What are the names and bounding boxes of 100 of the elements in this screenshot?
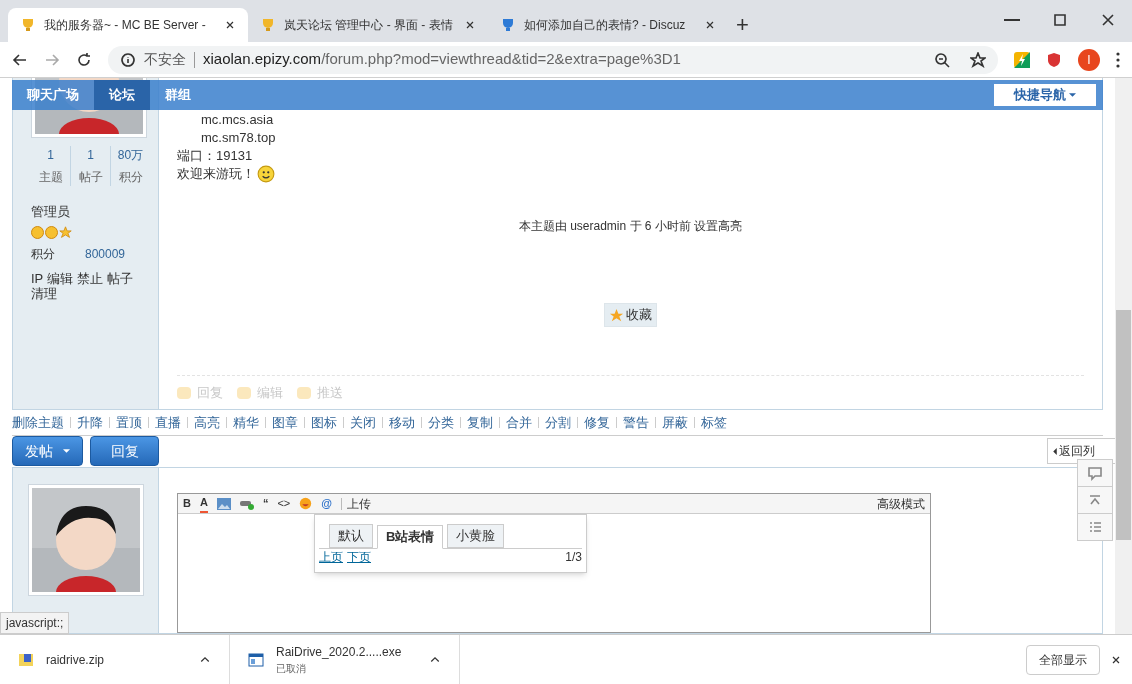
browser-tab[interactable]: 如何添加自己的表情? - Discuz — [488, 8, 728, 42]
stat-label: 积分 — [118, 169, 143, 186]
new-tab-button[interactable]: + — [736, 14, 749, 36]
moderation-link[interactable]: 分割 — [545, 412, 571, 433]
profile-avatar[interactable]: I — [1078, 48, 1100, 71]
moderation-link[interactable]: 图章 — [272, 412, 298, 433]
zoom-out-icon — [934, 51, 950, 68]
address-bar[interactable]: 不安全 xiaolan.epizy.com/forum.php?mod=viewthread&tid=2&extra=page%3D1 — [108, 45, 998, 74]
post-text-line: mc.sm78.top — [201, 129, 276, 147]
moderation-link[interactable]: 合并 — [506, 412, 532, 433]
menu-icon[interactable] — [1116, 51, 1120, 68]
next-page-link[interactable]: 下页 — [347, 548, 371, 566]
admin-link[interactable]: IP — [31, 270, 44, 286]
post-text-line: 端口：19131 — [177, 147, 253, 165]
moderation-link[interactable]: 分类 — [428, 412, 454, 433]
moderation-link[interactable]: 高亮 — [194, 412, 220, 433]
credit-label: 积分 — [31, 245, 55, 263]
moderation-link[interactable]: 删除主题 — [12, 412, 64, 433]
smiley-tab[interactable]: B站表情 — [377, 525, 444, 549]
previous-page-link[interactable]: 上页 — [319, 548, 343, 566]
moderation-link[interactable]: 屏蔽 — [662, 412, 688, 433]
side-tool-button[interactable] — [1077, 459, 1113, 487]
page-indicator: 1/3 — [565, 549, 582, 566]
side-tool-button[interactable] — [1077, 513, 1113, 541]
new-post-button[interactable]: 发帖 — [12, 436, 83, 467]
caret-icon — [1069, 93, 1076, 97]
favorite-button[interactable]: 收藏 — [604, 303, 657, 327]
moderation-link[interactable]: 修复 — [584, 412, 610, 433]
moderation-link[interactable]: 复制 — [467, 412, 493, 433]
download-filename[interactable]: RaiDrive_2020.2.....exe — [276, 643, 417, 661]
rank-icons — [31, 225, 72, 239]
scrollbar[interactable] — [1115, 78, 1132, 634]
smiley-icon — [257, 165, 275, 183]
side-tool-button[interactable] — [1077, 486, 1113, 514]
security-label: 不安全 — [144, 50, 186, 69]
nav-tab[interactable]: 论坛 — [94, 80, 150, 110]
info-icon — [120, 51, 136, 68]
close-icon — [1100, 12, 1116, 28]
browser-tab[interactable]: 岚天论坛 管理中心 - 界面 - 表情 — [248, 8, 488, 42]
download-status: 已取消 — [276, 662, 307, 676]
smiley-tab[interactable]: 默认 — [329, 524, 373, 548]
quick-nav-button[interactable]: 快捷导航 — [994, 84, 1096, 106]
moderation-link[interactable]: 置顶 — [116, 412, 142, 433]
star-icon — [970, 51, 986, 68]
comment-icon — [1087, 465, 1103, 481]
back-to-list-button[interactable]: 返回列 — [1047, 438, 1115, 465]
admin-link[interactable]: 编辑 — [47, 270, 74, 286]
upload-button[interactable]: 上传 — [347, 494, 371, 513]
post-text-line: 欢迎来游玩！ — [177, 165, 255, 183]
browser-tab[interactable]: 我的服务器~ - MC BE Server - — [8, 8, 248, 42]
close-icon — [224, 19, 236, 31]
close-icon — [704, 19, 716, 31]
quote-button[interactable]: “ — [262, 495, 269, 512]
stat-label: 主题 — [38, 169, 63, 186]
mention-button[interactable]: @ — [321, 495, 332, 512]
stat-value[interactable]: 1 — [47, 146, 54, 164]
close-icon — [464, 19, 476, 31]
trophy-icon — [20, 17, 36, 33]
forward-arrow-icon — [44, 51, 60, 68]
admin-link[interactable]: 禁止 — [77, 270, 104, 286]
list-icon — [1087, 519, 1103, 535]
trophy-icon — [260, 17, 276, 33]
image-icon[interactable] — [216, 497, 231, 510]
smiley-tab[interactable]: 小黄脸 — [447, 524, 505, 548]
moderation-link[interactable]: 警告 — [623, 412, 649, 433]
moderation-link[interactable]: 移动 — [389, 412, 415, 433]
stat-label: 帖子 — [78, 169, 103, 186]
download-filename[interactable]: raidrive.zip — [46, 650, 187, 669]
caret-icon — [1053, 448, 1057, 455]
back-arrow-icon — [12, 51, 28, 68]
stat-value[interactable]: 80万 — [117, 146, 144, 164]
highlight-notice: 本主题由 useradmin 于 6 小时前 设置高亮 — [518, 218, 743, 235]
admin-link[interactable]: 帖子 — [107, 270, 134, 286]
moderation-link[interactable]: 关闭 — [350, 412, 376, 433]
moderation-link[interactable]: 精华 — [233, 412, 259, 433]
post-text-line: mc.mcs.asia — [201, 111, 274, 129]
nav-tab[interactable]: 聊天广场 — [12, 80, 94, 110]
stat-value[interactable]: 1 — [87, 146, 94, 164]
status-url: javascript:; — [0, 612, 70, 634]
admin-link[interactable]: 清理 — [31, 285, 57, 301]
window-icon — [248, 651, 264, 668]
archive-icon — [18, 651, 34, 668]
smiley-icon[interactable] — [299, 497, 313, 510]
bold-button[interactable]: B — [183, 495, 191, 512]
advanced-mode-link[interactable]: 高级模式 — [877, 494, 925, 513]
reply-button[interactable]: 回复 — [90, 436, 159, 467]
extension-icon[interactable] — [1014, 51, 1030, 68]
moderation-link[interactable]: 升降 — [77, 412, 103, 433]
show-all-button[interactable]: 全部显示 — [1026, 644, 1100, 675]
tab-title: 如何添加自己的表情? - Discuz — [524, 17, 687, 34]
trophy-icon — [500, 17, 516, 33]
moderation-link[interactable]: 直播 — [155, 412, 181, 433]
moderation-link[interactable]: 图标 — [311, 412, 337, 433]
code-button[interactable]: <> — [277, 495, 291, 512]
text-color-button[interactable]: A — [199, 494, 208, 513]
shield-icon[interactable] — [1046, 51, 1062, 68]
url-text: xiaolan.epizy.com/forum.php?mod=viewthread&tid=2&extra=page%3D1 — [203, 49, 681, 70]
star-icon — [609, 307, 624, 323]
moderation-link[interactable]: 标签 — [701, 412, 727, 433]
user-group: 管理员 — [31, 202, 150, 222]
